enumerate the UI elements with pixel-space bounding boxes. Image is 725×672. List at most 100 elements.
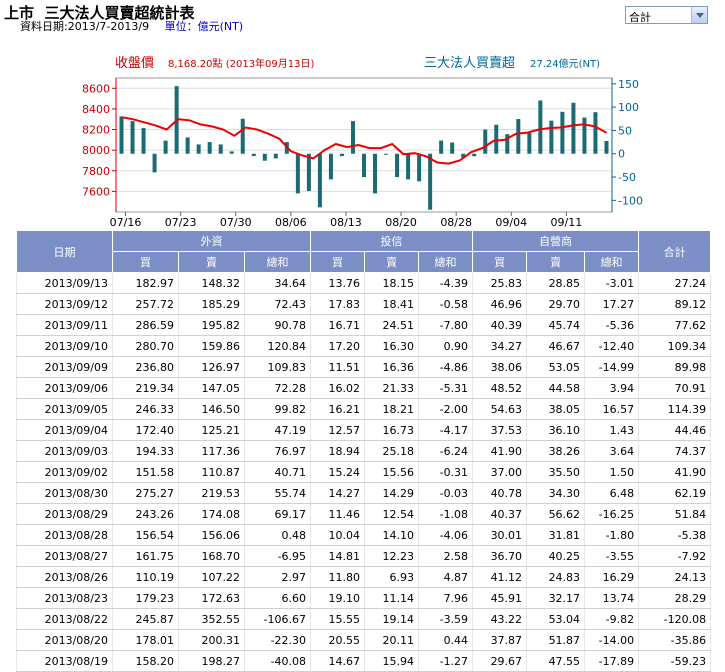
cell-t-net: -0.58 [418,293,474,315]
cell-date: 2013/09/06 [16,377,113,399]
table-row: 2013/09/06 219.34 147.05 72.28 16.02 21.33 -5.… [16,377,712,399]
cell-d-sell: 38.26 [526,440,586,462]
net-buy-sell-bar [538,100,543,154]
cell-d-net: -17.89 [584,650,640,672]
net-buy-sell-bar [306,153,311,192]
cell-t-net: -7.80 [418,314,474,336]
cell-d-net: 3.64 [584,440,640,462]
cell-t-sell: 20.11 [364,629,420,651]
cell-d-buy: 40.37 [472,503,528,525]
cell-t-sell: 18.21 [364,398,420,420]
net-buy-sell-bar [163,140,168,154]
cell-d-buy: 37.00 [472,461,528,483]
header-date: 日期 [16,230,113,273]
cell-f-net: 0.48 [244,524,312,546]
cell-t-net: -6.24 [418,440,474,462]
cell-d-net: 16.29 [584,566,640,588]
cell-d-net: 16.57 [584,398,640,420]
header-dealer: 自營商 [472,230,640,252]
cell-d-buy: 41.90 [472,440,528,462]
cell-total: 74.37 [638,440,712,462]
cell-t-net: -5.31 [418,377,474,399]
cell-f-buy: 110.19 [112,566,179,588]
cell-t-net: -2.00 [418,398,474,420]
cell-f-net: 99.82 [244,398,312,420]
cell-f-buy: 280.70 [112,335,179,357]
cell-f-buy: 275.27 [112,482,179,504]
cell-d-sell: 29.70 [526,293,586,315]
cell-d-buy: 34.27 [472,335,528,357]
cell-d-buy: 48.52 [472,377,528,399]
cell-f-buy: 246.33 [112,398,179,420]
cell-total: 77.62 [638,314,712,336]
cell-total: 27.24 [638,272,712,294]
net-buy-sell-bar [362,153,366,178]
header-dealer-sell: 賣 [526,251,586,273]
net-buy-sell-bar [395,153,400,178]
cell-d-net: 17.27 [584,293,640,315]
cell-d-sell: 24.83 [526,566,586,588]
cell-total: 89.98 [638,356,712,378]
cell-d-buy: 30.01 [472,524,528,546]
cell-d-sell: 36.10 [526,419,586,441]
right-axis-label: 0 [618,148,625,161]
cell-total: 62.19 [638,482,712,504]
cell-t-sell: 6.93 [364,566,420,588]
cell-t-buy: 17.83 [310,293,366,315]
cell-f-sell: 352.55 [178,608,245,630]
cell-t-buy: 14.67 [310,650,366,672]
cell-f-sell: 126.97 [178,356,245,378]
header-foreign: 外資 [111,230,312,252]
cell-t-net: 2.58 [418,545,474,567]
table-row: 2013/08/19 158.20 198.27 -40.08 14.67 15.94 -1… [16,650,712,672]
cell-t-sell: 16.36 [364,356,420,378]
legend-net-value: 27.24億元(NT) [530,57,600,70]
cell-t-buy: 16.71 [310,314,366,336]
cell-t-buy: 17.20 [310,335,366,357]
cell-date: 2013/09/02 [16,461,113,483]
legend-price-label: 收盤價 [115,56,154,71]
net-buy-sell-bar [571,102,576,154]
plot-area [115,77,613,213]
cell-d-net: -14.99 [584,356,640,378]
cell-d-sell: 53.05 [526,356,586,378]
header-trust: 投信 [310,230,474,252]
net-buy-sell-bar [549,120,554,154]
cell-f-net: 72.43 [244,293,312,315]
cell-d-sell: 35.50 [526,461,586,483]
net-buy-sell-bar [373,153,378,194]
left-axis-label: 7600 [82,185,110,198]
category-select[interactable]: 合計 [625,6,708,24]
cell-f-net: 47.19 [244,419,312,441]
chevron-down-icon[interactable] [691,7,707,23]
cell-f-sell: 219.53 [178,482,245,504]
cell-f-buy: 219.34 [112,377,179,399]
cell-f-net: -40.08 [244,650,312,672]
net-buy-sell-bar [516,119,521,154]
cell-total: 70.91 [638,377,712,399]
cell-d-net: -3.55 [584,545,640,567]
cell-d-buy: 40.78 [472,482,528,504]
cell-f-net: 55.74 [244,482,312,504]
cell-t-buy: 19.10 [310,587,366,609]
cell-f-net: 109.83 [244,356,312,378]
cell-d-buy: 29.67 [472,650,528,672]
cell-d-sell: 32.17 [526,587,586,609]
cell-d-sell: 44.58 [526,377,586,399]
cell-date: 2013/09/13 [16,272,113,294]
cell-t-sell: 15.56 [364,461,420,483]
net-buy-sell-bar [185,137,190,154]
cell-f-buy: 194.33 [112,440,179,462]
net-buy-sell-bar [262,153,267,161]
x-tick-label: 09/04 [495,216,527,229]
cell-t-buy: 11.46 [310,503,366,525]
cell-date: 2013/08/27 [16,545,113,567]
cell-t-net: -1.27 [418,650,474,672]
cell-d-sell: 56.62 [526,503,586,525]
cell-d-buy: 37.87 [472,629,528,651]
cell-d-sell: 34.30 [526,482,586,504]
cell-t-sell: 12.23 [364,545,420,567]
cell-d-net: -9.82 [584,608,640,630]
table-row: 2013/09/10 280.70 159.86 120.84 17.20 16.30 0.… [16,335,712,357]
cell-t-sell: 24.51 [364,314,420,336]
